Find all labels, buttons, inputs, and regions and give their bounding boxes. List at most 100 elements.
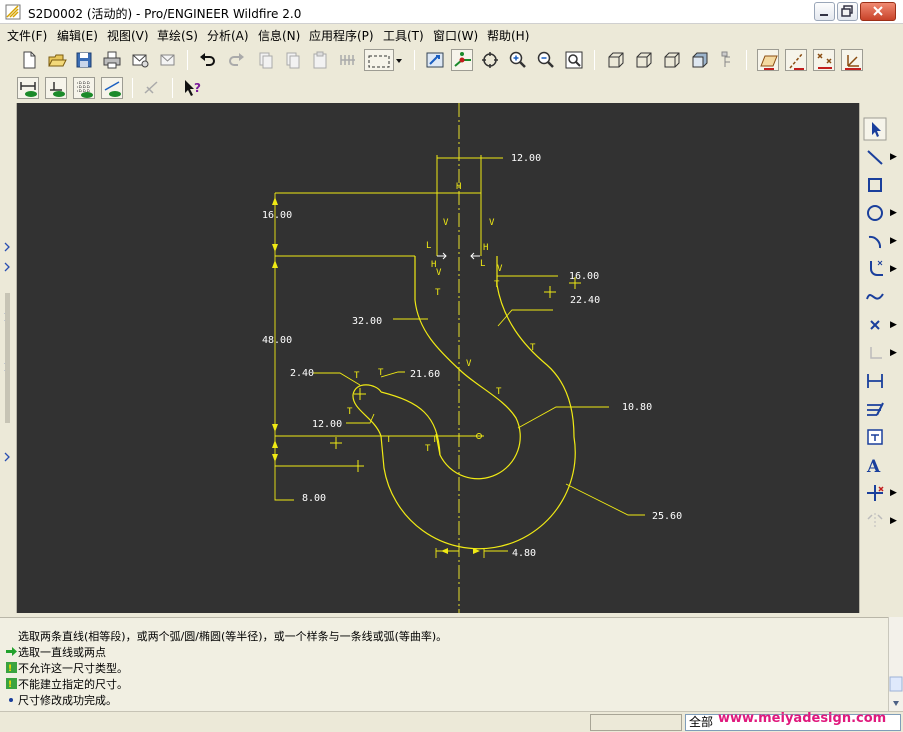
zoom-in-button[interactable] <box>507 49 529 71</box>
sketch-diagnostics-button[interactable] <box>141 77 163 99</box>
coord-system-tool[interactable] <box>863 341 887 365</box>
modify-tool[interactable] <box>863 397 887 421</box>
datum-axes-button[interactable] <box>785 49 807 71</box>
dimension-value[interactable]: 25.60 <box>652 511 682 522</box>
rectangle-tool[interactable] <box>863 173 887 197</box>
email-link-button[interactable] <box>157 49 179 71</box>
wireframe-button[interactable] <box>605 49 627 71</box>
whats-this-button[interactable]: ? <box>181 77 203 99</box>
dimension-value[interactable]: 48.00 <box>262 335 292 346</box>
dimension-value[interactable]: 10.80 <box>622 402 652 413</box>
menu-file[interactable]: 文件(F) <box>7 27 47 44</box>
arc-flyout-arrow[interactable]: ▶ <box>890 236 897 246</box>
menu-analysis[interactable]: 分析(A) <box>207 27 249 44</box>
sketch-view-icon <box>426 52 444 68</box>
selection-dropdown[interactable] <box>394 49 404 71</box>
dimension-values[interactable]: 12.00 16.00 16.00 22.40 32.00 48.00 2.40… <box>262 153 682 559</box>
display-constraints-button[interactable] <box>45 77 67 99</box>
select-tool[interactable] <box>863 117 887 141</box>
svg-text:?: ? <box>194 81 201 95</box>
sketch-view-button[interactable] <box>424 49 446 71</box>
toolbar-separator <box>172 78 173 98</box>
new-button[interactable] <box>18 49 40 71</box>
datum-planes-button[interactable] <box>757 49 779 71</box>
dimension-value[interactable]: 8.00 <box>302 493 326 504</box>
undo-button[interactable] <box>197 49 219 71</box>
spline-tool[interactable] <box>863 285 887 309</box>
wireframe-icon <box>608 52 624 68</box>
dimension-value[interactable]: 32.00 <box>352 316 382 327</box>
trim-flyout-arrow[interactable]: ▶ <box>890 488 897 498</box>
sketch-canvas[interactable]: H V V L H L H V V T T T T V T T T T T T … <box>17 103 859 613</box>
cut-button[interactable] <box>255 49 277 71</box>
fillet-flyout-arrow[interactable]: ▶ <box>890 264 897 274</box>
circle-tool[interactable] <box>863 201 887 225</box>
hidden-line-button[interactable] <box>633 49 655 71</box>
display-entities-button[interactable] <box>451 49 473 71</box>
trim-tool[interactable] <box>863 481 887 505</box>
point-flyout-arrow[interactable]: ▶ <box>890 320 897 330</box>
selection-filter-button[interactable] <box>364 49 394 71</box>
menu-edit[interactable]: 编辑(E) <box>57 27 98 44</box>
dimension-tool[interactable] <box>863 369 887 393</box>
minimize-button[interactable] <box>814 2 835 21</box>
coord-flyout-arrow[interactable]: ▶ <box>890 348 897 358</box>
open-button[interactable] <box>46 49 68 71</box>
dimension-value[interactable]: 12.00 <box>312 419 342 430</box>
datum-planes-icon <box>760 55 778 70</box>
line-tool[interactable] <box>863 145 887 169</box>
scroll-thumb-icon <box>889 676 903 706</box>
warning-icon: ! <box>6 678 17 689</box>
menu-view[interactable]: 视图(V) <box>107 27 149 44</box>
dimension-value[interactable]: 2.40 <box>290 368 314 379</box>
text-tool[interactable]: A <box>863 453 887 477</box>
constraints-tool[interactable] <box>863 425 887 449</box>
redo-button[interactable] <box>225 49 247 71</box>
line-flyout-arrow[interactable]: ▶ <box>890 152 897 162</box>
shading-button[interactable] <box>689 49 711 71</box>
paste-special-button[interactable] <box>337 49 359 71</box>
repaint-button[interactable] <box>479 49 501 71</box>
model-tree-button[interactable] <box>717 49 739 71</box>
save-button[interactable] <box>73 49 95 71</box>
message-scrollbar[interactable] <box>888 617 903 711</box>
no-hidden-button[interactable] <box>661 49 683 71</box>
close-button[interactable] <box>860 2 896 21</box>
display-grid-button[interactable] <box>73 77 95 99</box>
dimension-value[interactable]: 16.00 <box>262 210 292 221</box>
menu-sketch[interactable]: 草绘(S) <box>157 27 198 44</box>
dimension-value[interactable]: 21.60 <box>410 369 440 380</box>
dimension-value[interactable]: 12.00 <box>511 153 541 164</box>
print-button[interactable] <box>101 49 123 71</box>
point-tool[interactable] <box>863 313 887 337</box>
mirror-tool[interactable] <box>863 509 887 533</box>
constraint-symbol: T <box>425 444 431 454</box>
coord-systems-button[interactable] <box>841 49 863 71</box>
paste-button[interactable] <box>309 49 331 71</box>
refit-button[interactable] <box>563 49 585 71</box>
menu-window[interactable]: 窗口(W) <box>433 27 478 44</box>
dimension-value[interactable]: 22.40 <box>570 295 600 306</box>
circle-flyout-arrow[interactable]: ▶ <box>890 208 897 218</box>
sketch-drawing[interactable]: H V V L H L H V V T T T T V T T T T T T … <box>17 103 859 613</box>
dimension-value[interactable]: 4.80 <box>512 548 536 559</box>
arc-tool[interactable] <box>863 229 887 253</box>
hook-profile[interactable] <box>352 155 576 550</box>
menu-info[interactable]: 信息(N) <box>258 27 300 44</box>
line-icon <box>867 150 883 165</box>
fillet-tool[interactable] <box>863 257 887 281</box>
zoom-out-button[interactable] <box>535 49 557 71</box>
constraint-symbol: V <box>489 218 495 228</box>
display-dimensions-button[interactable] <box>17 77 39 99</box>
menu-tools[interactable]: 工具(T) <box>383 27 424 44</box>
menu-help[interactable]: 帮助(H) <box>487 27 529 44</box>
email-button[interactable] <box>129 49 151 71</box>
copy-button[interactable] <box>282 49 304 71</box>
datum-points-button[interactable] <box>813 49 835 71</box>
maximize-button[interactable] <box>837 2 858 21</box>
navigator-collapsed-strip[interactable] <box>0 103 17 613</box>
dimension-value[interactable]: 16.00 <box>569 271 599 282</box>
mirror-flyout-arrow[interactable]: ▶ <box>890 516 897 526</box>
display-vertices-button[interactable] <box>101 77 123 99</box>
menu-applications[interactable]: 应用程序(P) <box>309 27 374 44</box>
